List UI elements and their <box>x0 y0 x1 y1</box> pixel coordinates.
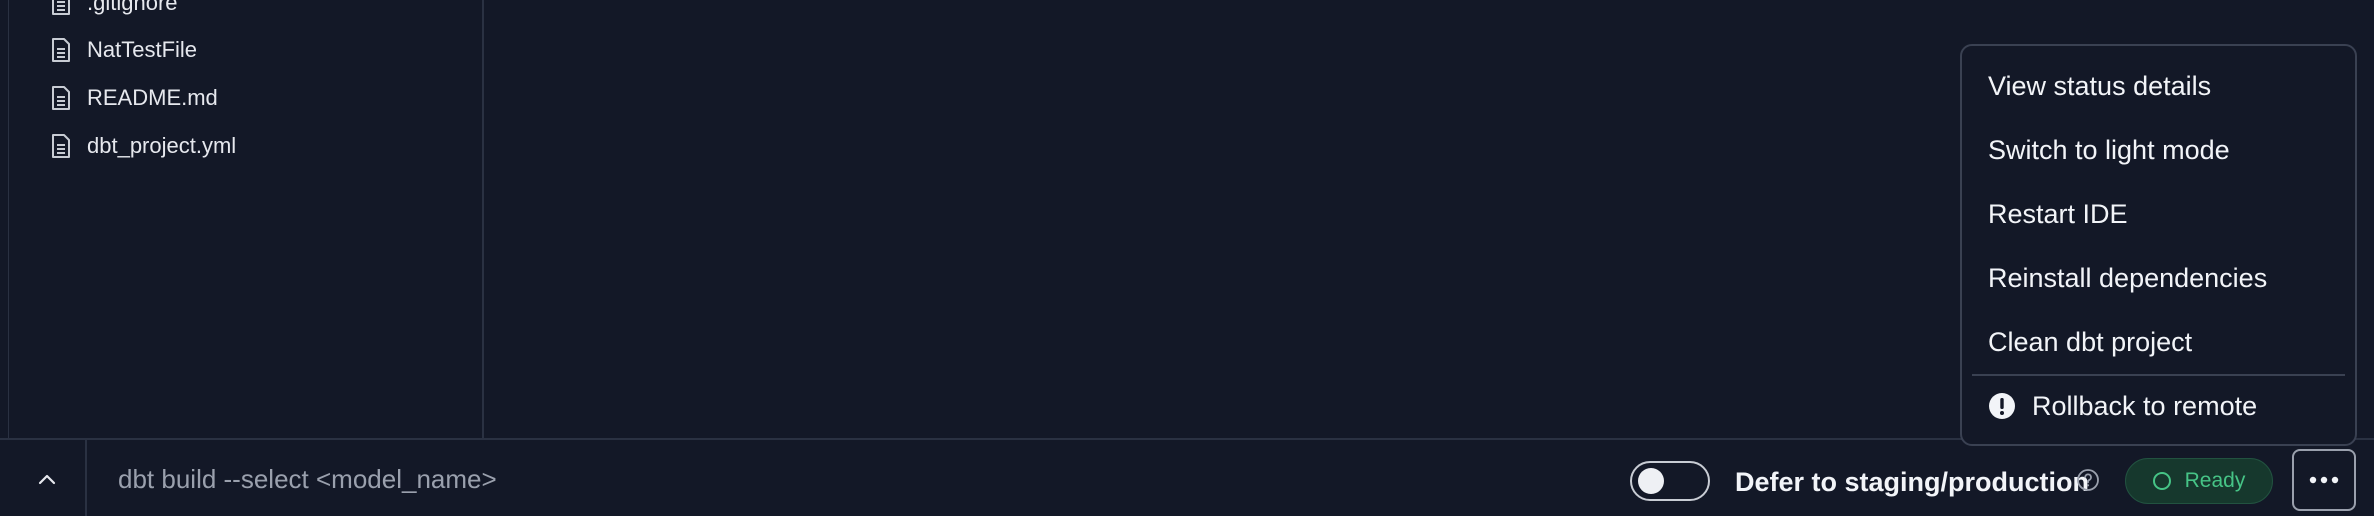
command-input[interactable] <box>102 454 1234 504</box>
menu-item-clean-dbt-project[interactable]: Clean dbt project <box>1962 312 2355 372</box>
file-icon <box>52 86 70 110</box>
file-icon <box>52 38 70 62</box>
defer-label: Defer to staging/production <box>1735 467 2089 497</box>
status-circle-icon <box>2152 472 2171 490</box>
file-name: NatTestFile <box>87 37 198 62</box>
defer-toggle[interactable] <box>1630 461 1710 501</box>
options-dropdown-menu: View status details Switch to light mode… <box>1960 44 2357 446</box>
menu-item-switch-light-mode[interactable]: Switch to light mode <box>1962 120 2355 180</box>
menu-item-restart-ide[interactable]: Restart IDE <box>1962 184 2355 244</box>
file-name: dbt_project.yml <box>87 133 237 158</box>
file-tree-item[interactable]: README.md <box>51 78 218 118</box>
file-icon <box>52 0 70 15</box>
collapse-panel-button[interactable] <box>8 440 87 516</box>
chevron-up-icon <box>38 474 55 485</box>
command-bar: Defer to staging/production Ready <box>0 438 2374 516</box>
ide-window: .gitignore NatTestFile README.md dbt_pro… <box>0 0 2374 516</box>
alert-circle-icon <box>1989 393 2015 419</box>
question-circle-icon[interactable] <box>2076 468 2100 492</box>
menu-item-view-status-details[interactable]: View status details <box>1962 56 2355 116</box>
menu-item-label: Rollback to remote <box>2032 390 2258 421</box>
file-explorer-panel: .gitignore NatTestFile README.md dbt_pro… <box>9 0 484 440</box>
menu-item-label: Reinstall dependencies <box>1988 262 2268 293</box>
menu-item-reinstall-dependencies[interactable]: Reinstall dependencies <box>1962 248 2355 308</box>
menu-item-label: Switch to light mode <box>1988 134 2230 165</box>
menu-item-label: Clean dbt project <box>1988 326 2193 357</box>
status-label: Ready <box>2184 469 2246 492</box>
ellipsis-icon <box>2309 476 2339 484</box>
toggle-knob <box>1638 468 1664 494</box>
file-tree-item[interactable]: dbt_project.yml <box>51 126 236 166</box>
file-name: .gitignore <box>87 0 178 15</box>
file-tree-item[interactable]: .gitignore <box>51 0 178 23</box>
file-icon <box>52 134 70 158</box>
more-options-button[interactable] <box>2292 449 2356 511</box>
menu-item-label: View status details <box>1988 70 2212 101</box>
menu-item-label: Restart IDE <box>1988 198 2128 229</box>
status-badge[interactable]: Ready <box>2125 458 2273 504</box>
menu-item-rollback-to-remote[interactable]: Rollback to remote <box>1962 376 2355 436</box>
file-name: README.md <box>87 85 218 110</box>
file-tree-item[interactable]: NatTestFile <box>51 30 197 70</box>
